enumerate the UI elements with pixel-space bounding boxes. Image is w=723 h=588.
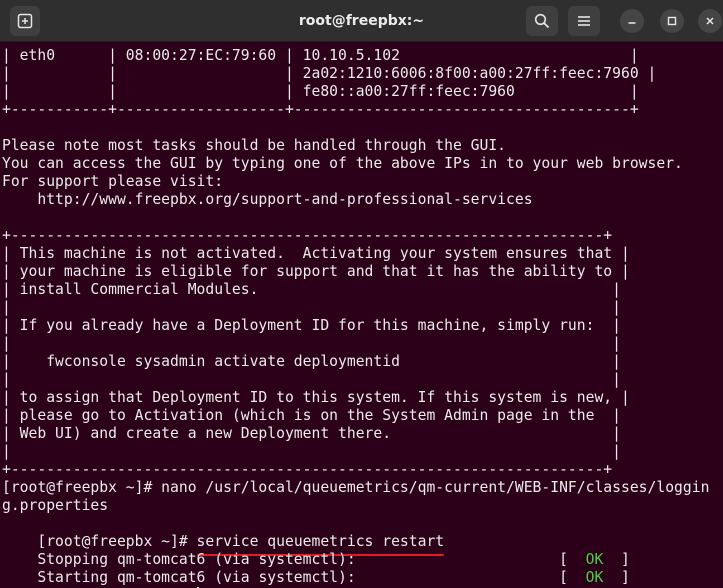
starting-status-line: Starting qm-tomcat6 (via systemctl): [ O… xyxy=(2,551,629,586)
minimize-icon xyxy=(628,22,636,24)
activation-box-line: | please go to Activation (which is on t… xyxy=(2,407,621,424)
current-prompt-line[interactable]: [root@freepbx ~]# xyxy=(2,569,199,588)
notice-line: You can access the GUI by typing one of … xyxy=(2,155,683,172)
window-title: root@freepbx:~ xyxy=(298,13,425,29)
activation-box-line: +---------------------------------------… xyxy=(2,227,613,244)
title-bar: root@freepbx:~ xyxy=(0,0,723,42)
network-table-row: | | | 2a02:1210:6006:8f00:a00:27ff:feec:… xyxy=(2,65,657,82)
search-icon xyxy=(534,13,550,29)
close-icon xyxy=(706,17,714,25)
search-button[interactable] xyxy=(526,6,558,36)
activation-box-line: +---------------------------------------… xyxy=(2,461,613,478)
minimize-button[interactable] xyxy=(620,9,644,33)
hamburger-menu-icon xyxy=(578,16,590,26)
activation-box-line: | | xyxy=(2,443,621,460)
support-url: http://www.freepbx.org/support-and-profe… xyxy=(2,191,533,208)
activation-box-line: | | xyxy=(2,371,621,388)
menu-button[interactable] xyxy=(568,6,600,36)
notice-line: Please note most tasks should be handled… xyxy=(2,137,507,154)
terminal-output[interactable]: | eth0 | 08:00:27:EC:79:60 | 10.10.5.102… xyxy=(0,42,723,588)
activation-box-line: | | xyxy=(2,299,621,316)
network-table-row: | eth0 | 08:00:27:EC:79:60 | 10.10.5.102… xyxy=(2,47,639,64)
maximize-button[interactable] xyxy=(660,9,684,33)
activation-box-line: | Web UI) and create a new Deployment th… xyxy=(2,425,621,442)
command-line-nano-wrap: g.properties xyxy=(2,497,109,514)
status-bracket: ] xyxy=(603,569,630,586)
notice-line: For support please visit: xyxy=(2,173,224,190)
activation-box-line: | If you already have a Deployment ID fo… xyxy=(2,317,621,334)
maximize-icon xyxy=(667,16,677,26)
command-line-nano: [root@freepbx ~]# nano /usr/local/queuem… xyxy=(2,479,710,496)
ok-status-badge: OK xyxy=(585,569,604,586)
activation-box-line: | to assign that Deployment ID to this s… xyxy=(2,389,630,406)
close-button[interactable] xyxy=(698,9,722,33)
activation-box-line: | | xyxy=(2,335,621,352)
network-table-row: | | | fe80::a00:27ff:feec:7960 | xyxy=(2,83,639,100)
activation-box-line: | fwconsole sysadmin activate deployment… xyxy=(2,353,621,370)
activation-box-line: | This machine is not activated. Activat… xyxy=(2,245,630,262)
stopping-status-line: Stopping qm-tomcat6 (via systemctl): [ O… xyxy=(2,533,629,568)
command-line-restart: [root@freepbx ~]# service queuemetrics r… xyxy=(2,515,445,556)
network-table-border: +-----------+-------------------+-------… xyxy=(2,101,639,118)
activation-box-line: | your machine is eligible for support a… xyxy=(2,263,630,280)
activation-box-line: | install Commercial Modules. | xyxy=(2,281,621,298)
